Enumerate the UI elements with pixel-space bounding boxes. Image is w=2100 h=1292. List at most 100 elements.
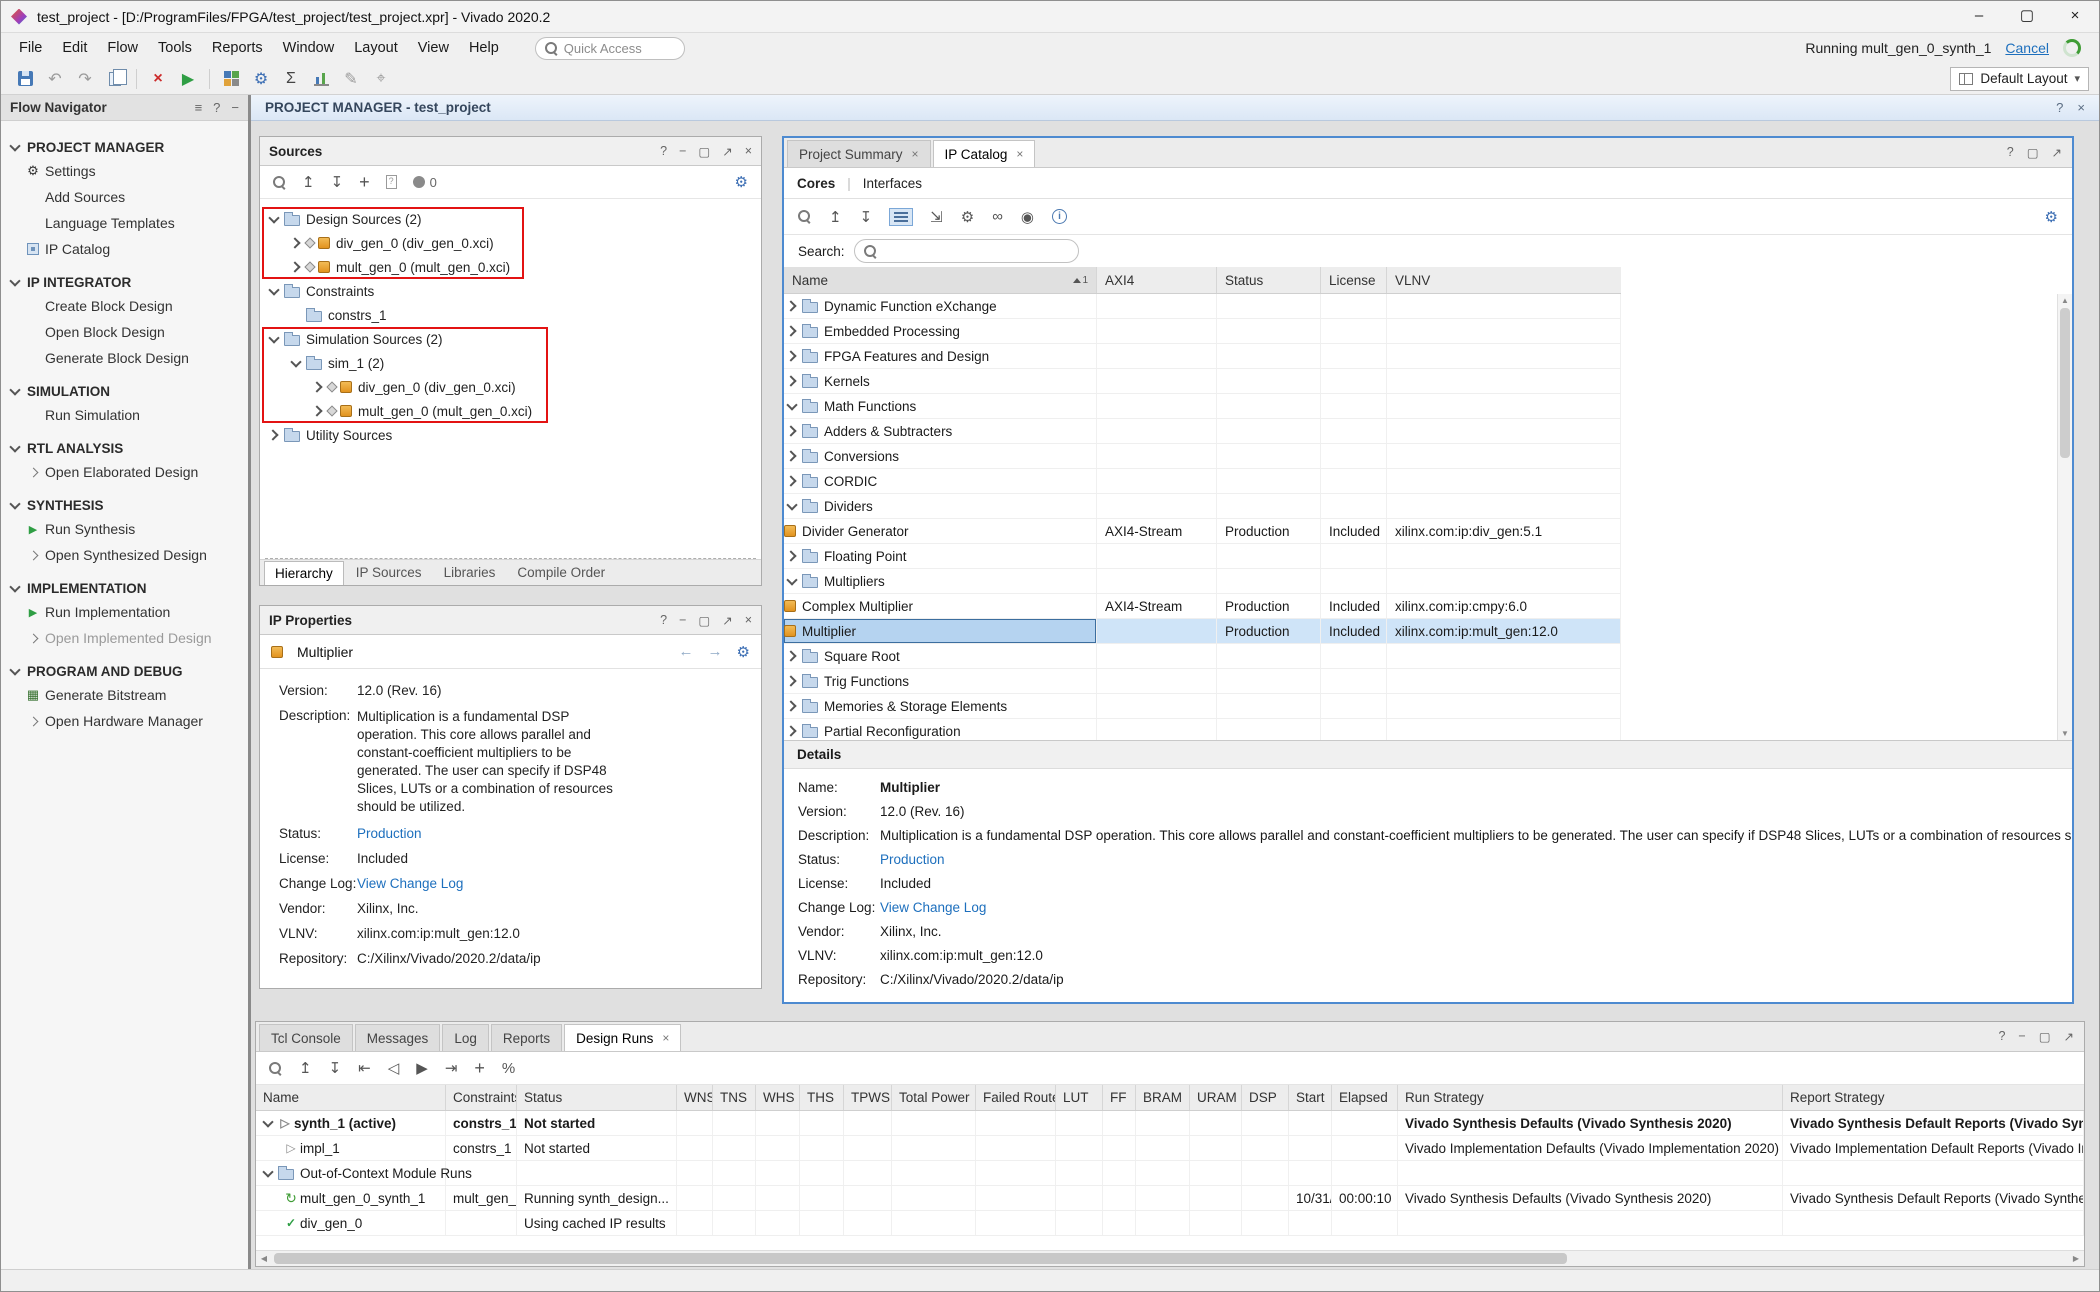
catalog-row[interactable]: Trig Functions (784, 669, 1621, 694)
chevron-right-icon[interactable] (784, 298, 800, 314)
flownav-section-project-manager[interactable]: PROJECT MANAGER (1, 136, 248, 158)
undo-icon[interactable]: ↶ (41, 66, 69, 92)
missing-sources-icon[interactable] (386, 175, 397, 189)
expand-all-icon[interactable]: ↧ (860, 208, 873, 226)
catalog-row[interactable]: FPGA Features and Design (784, 344, 1621, 369)
forward-arrow-icon[interactable]: → (708, 643, 723, 660)
column-header-status[interactable]: Status (1217, 267, 1321, 293)
reset-run-icon[interactable]: ⇤ (358, 1059, 371, 1077)
tab-design-runs[interactable]: Design Runs× (564, 1024, 681, 1051)
minimize-icon[interactable]: − (231, 100, 239, 115)
help-icon[interactable]: ? (2056, 100, 2063, 115)
tab-messages[interactable]: Messages (355, 1024, 441, 1051)
tab-tcl-console[interactable]: Tcl Console (259, 1024, 353, 1051)
catalog-row[interactable]: Math Functions (784, 394, 1621, 419)
tab-ip-sources[interactable]: IP Sources (346, 560, 432, 585)
column-header-license[interactable]: License (1321, 267, 1387, 293)
chevron-right-icon[interactable] (310, 403, 326, 419)
close-icon[interactable]: × (912, 147, 919, 161)
chevron-right-icon[interactable] (784, 423, 800, 439)
settings-gear-icon[interactable]: ⚙ (735, 173, 748, 191)
status-link[interactable]: Production (880, 852, 945, 867)
chevron-right-icon[interactable] (784, 473, 800, 489)
tree-row-sim-div-gen-0[interactable]: div_gen_0 (div_gen_0.xci) (260, 375, 761, 399)
flownav-item-language-templates[interactable]: Language Templates (1, 210, 248, 236)
run-icon[interactable]: ▶ (174, 66, 202, 92)
sum-icon[interactable]: Σ (277, 66, 305, 92)
catalog-row[interactable]: Kernels (784, 369, 1621, 394)
float-icon[interactable]: ▢ (2039, 1029, 2051, 1044)
maximize-icon[interactable]: ↗ (722, 613, 732, 628)
collapse-all-icon[interactable]: ≡ (195, 100, 203, 115)
column-header[interactable]: THS (800, 1085, 844, 1110)
chevron-right-icon[interactable] (310, 379, 326, 395)
flownav-section-simulation[interactable]: SIMULATION (1, 380, 248, 402)
cancel-run-link[interactable]: Cancel (2005, 40, 2049, 56)
column-header[interactable]: Constraints (446, 1085, 517, 1110)
run-row-synth-1[interactable]: ▷synth_1 (active) constrs_1 Not started … (256, 1111, 2084, 1136)
menu-edit[interactable]: Edit (52, 37, 97, 59)
catalog-row[interactable]: Floating Point (784, 544, 1621, 569)
hierarchy-view-icon[interactable] (890, 209, 912, 225)
chevron-right-icon[interactable] (784, 698, 800, 714)
help-icon[interactable]: ? (1998, 1029, 2005, 1044)
collapse-all-icon[interactable]: ↥ (829, 208, 842, 226)
menu-view[interactable]: View (408, 37, 459, 59)
launch-run-icon[interactable]: ▶ (416, 1059, 428, 1077)
tree-row-constraints[interactable]: Constraints (260, 279, 761, 303)
collapse-all-icon[interactable]: ↥ (299, 1059, 312, 1077)
column-header[interactable]: Total Power (892, 1085, 976, 1110)
chevron-down-icon[interactable] (260, 1115, 276, 1131)
minimize-icon[interactable]: − (679, 144, 686, 159)
maximize-icon[interactable]: ↗ (722, 144, 732, 159)
quick-access-search[interactable]: Quick Access (535, 37, 685, 60)
settings-gear-icon[interactable]: ⚙ (247, 66, 275, 92)
column-header[interactable]: Run Strategy (1398, 1085, 1783, 1110)
menu-window[interactable]: Window (273, 37, 345, 59)
search-icon[interactable] (273, 176, 286, 189)
scroll-left-icon[interactable]: ◀ (256, 1251, 272, 1266)
tab-project-summary[interactable]: Project Summary× (787, 140, 931, 167)
catalog-row[interactable]: Conversions (784, 444, 1621, 469)
filter-badge[interactable]: 0 (413, 175, 437, 190)
flownav-item-run-simulation[interactable]: Run Simulation (1, 402, 248, 428)
catalog-row[interactable]: Adders & Subtracters (784, 419, 1621, 444)
catalog-row[interactable]: Dividers (784, 494, 1621, 519)
scrollbar-thumb[interactable] (2060, 308, 2070, 458)
chevron-down-icon[interactable] (266, 331, 282, 347)
flownav-section-implementation[interactable]: IMPLEMENTATION (1, 577, 248, 599)
close-button[interactable]: × (2051, 1, 2099, 33)
tab-libraries[interactable]: Libraries (434, 560, 506, 585)
column-header[interactable]: TPWS (844, 1085, 892, 1110)
help-icon[interactable]: ? (2007, 145, 2014, 160)
chevron-down-icon[interactable] (266, 211, 282, 227)
close-icon[interactable]: × (1016, 147, 1023, 161)
scroll-up-icon[interactable]: ▲ (2058, 294, 2072, 307)
skip-forward-icon[interactable]: ⇥ (445, 1059, 458, 1077)
chevron-down-icon[interactable] (784, 398, 800, 414)
catalog-row-divider-generator[interactable]: Divider GeneratorAXI4-StreamProductionIn… (784, 519, 1621, 544)
copy-icon[interactable] (101, 66, 129, 92)
flownav-item-generate-bitstream[interactable]: ▦Generate Bitstream (1, 682, 248, 708)
menu-tools[interactable]: Tools (148, 37, 202, 59)
chevron-down-icon[interactable] (260, 1165, 276, 1181)
info-icon[interactable]: i (1052, 209, 1067, 224)
tab-reports[interactable]: Reports (491, 1024, 562, 1051)
menu-reports[interactable]: Reports (202, 37, 273, 59)
minimize-icon[interactable]: − (679, 613, 686, 628)
catalog-row[interactable]: Partial Reconfiguration (784, 719, 1621, 740)
column-header[interactable]: WHS (756, 1085, 800, 1110)
flownav-item-settings[interactable]: ⚙Settings (1, 158, 248, 184)
column-header[interactable]: Start (1289, 1085, 1332, 1110)
scroll-down-icon[interactable]: ▼ (2058, 727, 2072, 740)
tree-row-mult-gen-0[interactable]: mult_gen_0 (mult_gen_0.xci) (260, 255, 761, 279)
edit-pencil-icon[interactable]: ✎ (337, 66, 365, 92)
flownav-section-synthesis[interactable]: SYNTHESIS (1, 494, 248, 516)
flownav-section-rtl-analysis[interactable]: RTL ANALYSIS (1, 437, 248, 459)
tree-row-sim-mult-gen-0[interactable]: mult_gen_0 (mult_gen_0.xci) (260, 399, 761, 423)
chevron-right-icon[interactable] (784, 323, 800, 339)
close-icon[interactable]: × (745, 144, 752, 159)
catalog-row[interactable]: Embedded Processing (784, 319, 1621, 344)
tab-compile-order[interactable]: Compile Order (507, 560, 615, 585)
flownav-item-generate-block-design[interactable]: Generate Block Design (1, 345, 248, 371)
